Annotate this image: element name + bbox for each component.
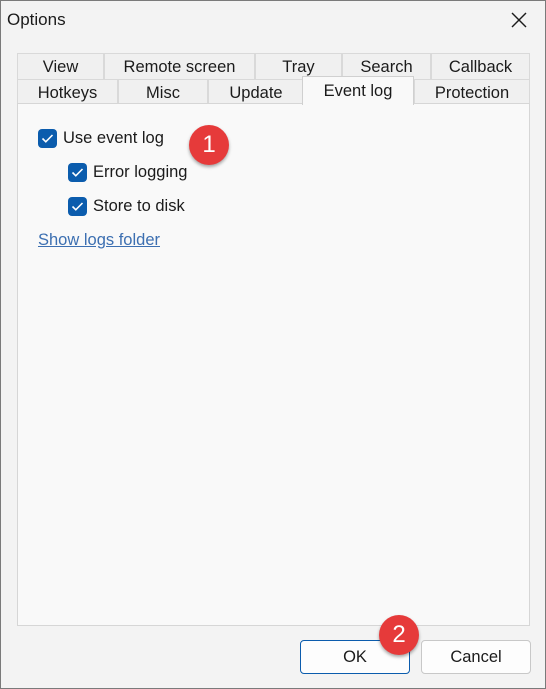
checkmark-icon xyxy=(41,134,54,143)
tab-callback[interactable]: Callback xyxy=(431,53,530,79)
store-to-disk-row[interactable]: Store to disk xyxy=(68,197,185,216)
options-dialog: Options View Remote screen Tray Search C… xyxy=(0,0,546,689)
tab-protection[interactable]: Protection xyxy=(414,79,530,105)
store-to-disk-label: Store to disk xyxy=(93,197,185,215)
error-logging-label: Error logging xyxy=(93,163,188,181)
cancel-button[interactable]: Cancel xyxy=(421,640,531,674)
window-title: Options xyxy=(7,10,66,29)
tab-update[interactable]: Update xyxy=(208,79,304,105)
tab-view[interactable]: View xyxy=(17,53,104,79)
tab-hotkeys[interactable]: Hotkeys xyxy=(17,79,118,105)
use-event-log-label: Use event log xyxy=(63,129,164,147)
checkmark-icon xyxy=(71,168,84,177)
show-logs-folder-link[interactable]: Show logs folder xyxy=(38,231,160,250)
tab-event-log[interactable]: Event log xyxy=(302,76,414,105)
use-event-log-row[interactable]: Use event log xyxy=(38,129,164,148)
event-log-panel: Use event log Error logging Store to dis… xyxy=(17,103,530,626)
error-logging-checkbox[interactable] xyxy=(68,163,87,182)
annotation-marker-1: 1 xyxy=(189,125,229,165)
error-logging-row[interactable]: Error logging xyxy=(68,163,187,182)
annotation-marker-2: 2 xyxy=(379,615,419,655)
title-bar: Options xyxy=(1,1,545,39)
tab-misc[interactable]: Misc xyxy=(118,79,208,105)
close-icon xyxy=(511,12,527,28)
use-event-log-checkbox[interactable] xyxy=(38,129,57,148)
tab-remote-screen[interactable]: Remote screen xyxy=(104,53,255,79)
close-button[interactable] xyxy=(499,3,539,37)
store-to-disk-checkbox[interactable] xyxy=(68,197,87,216)
checkmark-icon xyxy=(71,202,84,211)
